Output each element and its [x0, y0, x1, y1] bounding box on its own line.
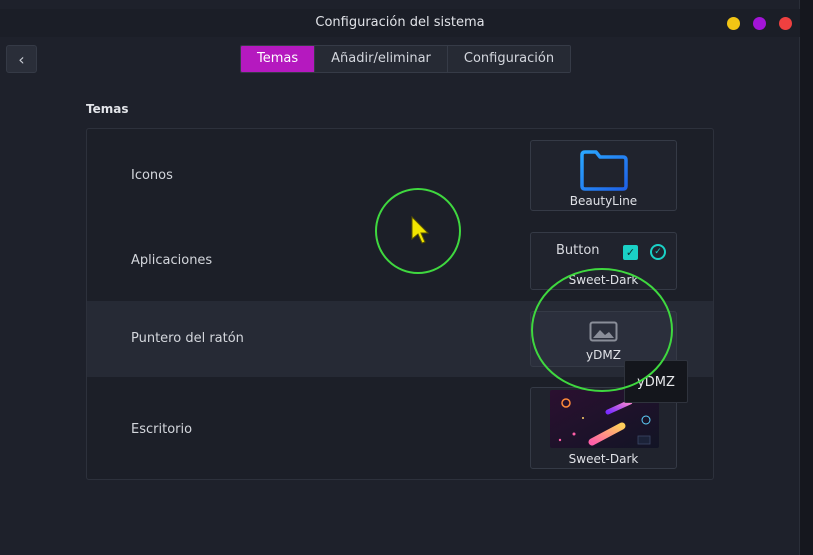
annotation-circle [375, 188, 461, 274]
titlebar: Configuración del sistema [0, 9, 800, 37]
row-escritorio: Escritorio Sweet-Dark [87, 377, 713, 481]
row-label-escritorio: Escritorio [131, 422, 193, 437]
minimize-button[interactable] [727, 17, 740, 30]
preview-button-label: Button [556, 243, 600, 258]
section-title: Temas [86, 102, 129, 116]
settings-window: Configuración del sistema ‹ Temas Añadir… [0, 0, 800, 555]
preview-checkbox: ✓ [623, 245, 638, 260]
back-button[interactable]: ‹ [6, 45, 37, 73]
preview-radio-check-icon: ✓ [650, 244, 666, 260]
window-title: Configuración del sistema [315, 15, 485, 30]
tab-configuracion[interactable]: Configuración [447, 46, 571, 72]
folder-icon [580, 150, 628, 191]
annotation-circle [531, 268, 673, 392]
close-button[interactable] [779, 17, 792, 30]
tab-anadir-eliminar[interactable]: Añadir/eliminar [315, 46, 448, 72]
row-label-puntero: Puntero del ratón [131, 331, 244, 346]
tab-bar: Temas Añadir/eliminar Configuración [240, 45, 572, 73]
desktop-background [800, 0, 813, 555]
tab-temas[interactable]: Temas [241, 46, 316, 72]
row-label-aplicaciones: Aplicaciones [131, 253, 213, 268]
icon-theme-name: BeautyLine [569, 194, 638, 208]
icon-theme-card[interactable]: BeautyLine [530, 140, 677, 211]
maximize-button[interactable] [753, 17, 766, 30]
chevron-left-icon: ‹ [18, 49, 25, 69]
row-label-iconos: Iconos [131, 168, 173, 183]
wallpaper-name: Sweet-Dark [568, 452, 639, 466]
